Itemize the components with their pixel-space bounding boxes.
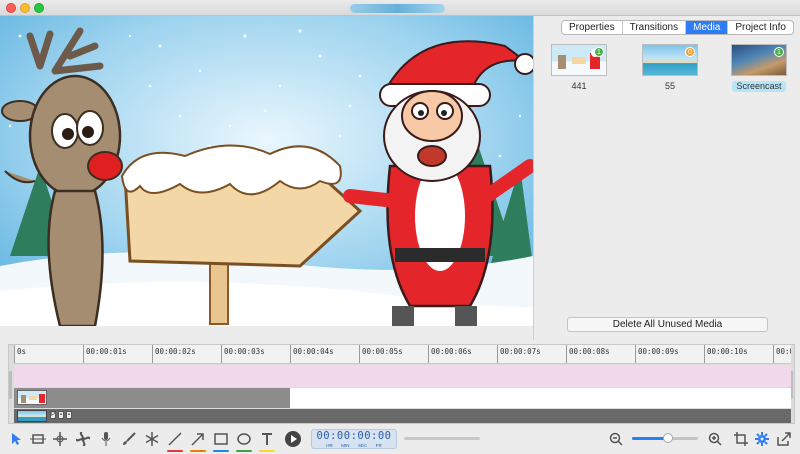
title-bar	[0, 0, 800, 16]
ruler-tick: 00:00:06s	[428, 345, 472, 363]
media-library: 1 441 0 55 1 Screencast	[548, 44, 798, 114]
line-tool-icon[interactable]	[166, 430, 184, 452]
crop-tool-icon[interactable]	[29, 430, 47, 448]
close-window-button[interactable]	[6, 3, 16, 13]
crop-icon[interactable]	[732, 430, 750, 448]
microphone-icon[interactable]	[97, 430, 115, 448]
arrow-color-swatch	[190, 450, 206, 452]
app-window: Properties Transitions Media Project Inf…	[0, 0, 800, 454]
text-tool-icon[interactable]	[258, 430, 276, 452]
timecode-value: 00:00:00:00	[316, 430, 392, 442]
ruler-tick: 00:00:10s	[704, 345, 748, 363]
ruler-tick: 00:00:01s	[83, 345, 127, 363]
ellipse-color-swatch	[236, 450, 252, 452]
media-thumbnail: 1	[731, 44, 787, 76]
clip-thumbnail	[17, 390, 47, 405]
time-ruler[interactable]: 0s 00:00:01s 00:00:02s 00:00:03s 00:00:0…	[14, 345, 791, 364]
ruler-tick: 00:00:04s	[290, 345, 334, 363]
zoom-slider-knob[interactable]	[663, 433, 674, 443]
ruler-tick: 00:00:03s	[221, 345, 265, 363]
audio-track[interactable]	[14, 365, 791, 387]
export-icon[interactable]	[775, 430, 793, 448]
zoom-in-icon[interactable]	[706, 430, 724, 448]
timecode-unit-fr: FR	[375, 443, 382, 448]
minimize-window-button[interactable]	[20, 3, 30, 13]
clip-thumbnail-image	[21, 394, 45, 403]
playback-scrubber[interactable]	[404, 437, 480, 440]
video-clip[interactable]	[14, 388, 290, 408]
ruler-tick: 00:00:07s	[497, 345, 541, 363]
tab-project-info[interactable]: Project Info	[728, 21, 793, 34]
media-thumbnail: 1	[551, 44, 607, 76]
bottom-toolbar: 00:00:00:00 HR MIN SEC FR	[0, 426, 800, 454]
pointer-icon[interactable]	[8, 430, 26, 448]
text-color-swatch	[259, 450, 275, 452]
timecode-display: 00:00:00:00 HR MIN SEC FR	[311, 429, 397, 449]
video-track[interactable]	[14, 388, 791, 408]
tab-transitions[interactable]: Transitions	[623, 21, 687, 34]
timeline[interactable]: 0s 00:00:01s 00:00:02s 00:00:03s 00:00:0…	[8, 344, 795, 424]
arrow-tool-icon[interactable]	[189, 430, 207, 452]
delete-unused-media-button[interactable]: Delete All Unused Media	[567, 317, 768, 332]
rectangle-tool-icon[interactable]	[212, 430, 230, 452]
line-color-swatch	[167, 450, 183, 452]
zoom-slider[interactable]	[632, 433, 698, 443]
play-button[interactable]	[284, 430, 302, 448]
ruler-tick: 00:0	[773, 345, 791, 363]
timecode-units: HR MIN SEC FR	[312, 443, 396, 448]
usage-count-badge: 1	[594, 47, 604, 57]
media-item[interactable]: 1 Screencast	[728, 44, 790, 92]
brush-icon[interactable]	[120, 430, 138, 448]
clip-property-marker[interactable]: P	[50, 411, 56, 419]
media-caption: 55	[664, 81, 675, 91]
media-thumbnail: 0	[642, 44, 698, 76]
media-caption: 441	[571, 81, 587, 91]
image-track[interactable]: P ▪ ▪	[14, 409, 791, 423]
ruler-tick: 0s	[14, 345, 26, 363]
inspector-tabs: Properties Transitions Media Project Inf…	[561, 20, 794, 35]
window-title	[350, 4, 445, 13]
ruler-tick: 00:00:02s	[152, 345, 196, 363]
inspector-panel: Properties Transitions Media Project Inf…	[533, 16, 800, 340]
rectangle-color-swatch	[213, 450, 229, 452]
timecode-unit-min: MIN	[341, 443, 350, 448]
move-tool-icon[interactable]	[51, 430, 69, 448]
snowflake-icon[interactable]	[143, 430, 161, 448]
clip-property-marker[interactable]: ▪	[58, 411, 64, 419]
zoom-out-icon[interactable]	[607, 430, 625, 448]
media-item[interactable]: 1 441	[548, 44, 610, 92]
gear-icon[interactable]	[753, 430, 771, 448]
tab-properties[interactable]: Properties	[562, 21, 623, 34]
ruler-tick: 00:00:08s	[566, 345, 610, 363]
timecode-unit-sec: SEC	[357, 443, 368, 448]
media-item[interactable]: 0 55	[639, 44, 701, 92]
image-clip-thumbnail[interactable]	[17, 410, 47, 422]
timecode-unit-hr: HR	[326, 443, 333, 448]
preview-frame-image	[0, 16, 533, 326]
usage-count-badge: 1	[774, 47, 784, 57]
fan-icon[interactable]	[74, 430, 92, 448]
media-caption: Screencast	[732, 81, 786, 92]
ruler-tick: 00:00:09s	[635, 345, 679, 363]
tab-media[interactable]: Media	[686, 21, 729, 34]
video-preview[interactable]	[0, 16, 533, 326]
usage-count-badge: 0	[685, 47, 695, 57]
ruler-tick: 00:00:05s	[359, 345, 403, 363]
timeline-left-handle[interactable]	[9, 371, 12, 399]
ellipse-tool-icon[interactable]	[235, 430, 253, 452]
clip-property-marker[interactable]: ▪	[66, 411, 72, 419]
zoom-window-button[interactable]	[34, 3, 44, 13]
